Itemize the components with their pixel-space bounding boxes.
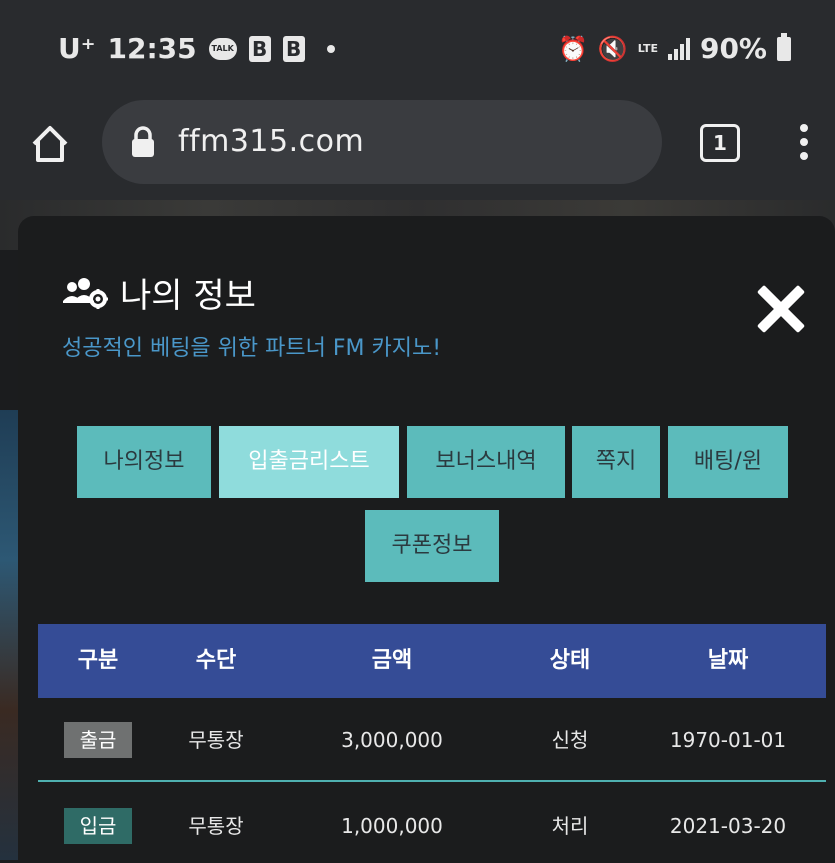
table-row: 입금 무통장 1,000,000 처리 2021-03-20 xyxy=(38,784,826,863)
overflow-menu-button[interactable] xyxy=(796,124,812,164)
dot-icon xyxy=(800,124,808,132)
table-header: 구분 수단 금액 상태 날짜 xyxy=(38,624,826,698)
table-row: 출금 무통장 3,000,000 신청 1970-01-01 xyxy=(38,698,826,782)
tab-bonus-history[interactable]: 보너스내역 xyxy=(407,426,565,498)
cell-amount: 1,000,000 xyxy=(341,814,443,838)
cell-status: 처리 xyxy=(551,814,589,838)
cell-amount: 3,000,000 xyxy=(341,728,443,752)
battery-percent: 90% xyxy=(699,32,767,65)
dot-icon xyxy=(800,152,808,160)
type-badge-withdraw: 출금 xyxy=(64,722,132,758)
status-bar-left: U⁺ 12:35 TALK B B xyxy=(58,32,335,65)
home-icon xyxy=(32,126,68,162)
modal-title: 나의 정보 xyxy=(120,276,256,316)
tab-transaction-list[interactable]: 입출금리스트 xyxy=(219,426,399,498)
signal-icon xyxy=(667,37,690,60)
cell-date: 2021-03-20 xyxy=(669,814,787,838)
cell-date: 1970-01-01 xyxy=(669,728,787,752)
address-bar[interactable]: ffm315.com xyxy=(102,100,662,184)
users-gear-icon xyxy=(63,277,108,309)
url-text: ffm315.com xyxy=(178,124,365,159)
close-button[interactable] xyxy=(756,284,806,334)
column-header-type: 구분 xyxy=(77,648,119,673)
b-app-icon-2: B xyxy=(282,35,305,62)
column-header-method: 수단 xyxy=(195,648,237,673)
lte-icon: LTE xyxy=(637,41,658,55)
mute-icon: 🔇 xyxy=(597,34,628,63)
tab-messages[interactable]: 쪽지 xyxy=(572,426,660,498)
column-header-date: 날짜 xyxy=(707,648,749,673)
carrier-label: U⁺ xyxy=(58,32,96,65)
lock-icon xyxy=(132,126,154,157)
column-header-status: 상태 xyxy=(549,648,591,673)
home-button[interactable] xyxy=(28,122,72,166)
notification-dot-icon xyxy=(326,44,335,53)
column-header-amount: 금액 xyxy=(371,648,413,673)
cell-status: 신청 xyxy=(551,728,589,752)
tab-coupon-info[interactable]: 쿠폰정보 xyxy=(365,510,499,582)
status-bar-right: ⏰ 🔇 LTE 90% xyxy=(558,32,791,65)
kakaotalk-icon: TALK xyxy=(208,37,237,60)
b-app-icon: B xyxy=(248,35,271,62)
clock: 12:35 xyxy=(107,32,197,65)
browser-toolbar: ffm315.com 1 xyxy=(0,100,835,200)
alarm-icon: ⏰ xyxy=(557,34,588,63)
background-image-strip xyxy=(0,410,18,860)
tab-my-info[interactable]: 나의정보 xyxy=(77,426,211,498)
modal-subtitle: 성공적인 베팅을 위한 파트너 FM 카지노! xyxy=(62,336,442,361)
tab-switcher-button[interactable]: 1 xyxy=(700,124,740,162)
dot-icon xyxy=(800,138,808,146)
battery-icon xyxy=(777,32,791,61)
my-info-modal: 나의 정보 성공적인 베팅을 위한 파트너 FM 카지노! 나의정보 입출금리스… xyxy=(18,216,835,863)
cell-method: 무통장 xyxy=(188,728,244,752)
modal-header: 나의 정보 xyxy=(62,268,256,317)
cell-method: 무통장 xyxy=(188,814,244,838)
type-badge-deposit: 입금 xyxy=(64,808,132,844)
status-bar: U⁺ 12:35 TALK B B ⏰ 🔇 LTE 90% xyxy=(0,0,835,100)
tab-betting-win[interactable]: 배팅/윈 xyxy=(668,426,788,498)
